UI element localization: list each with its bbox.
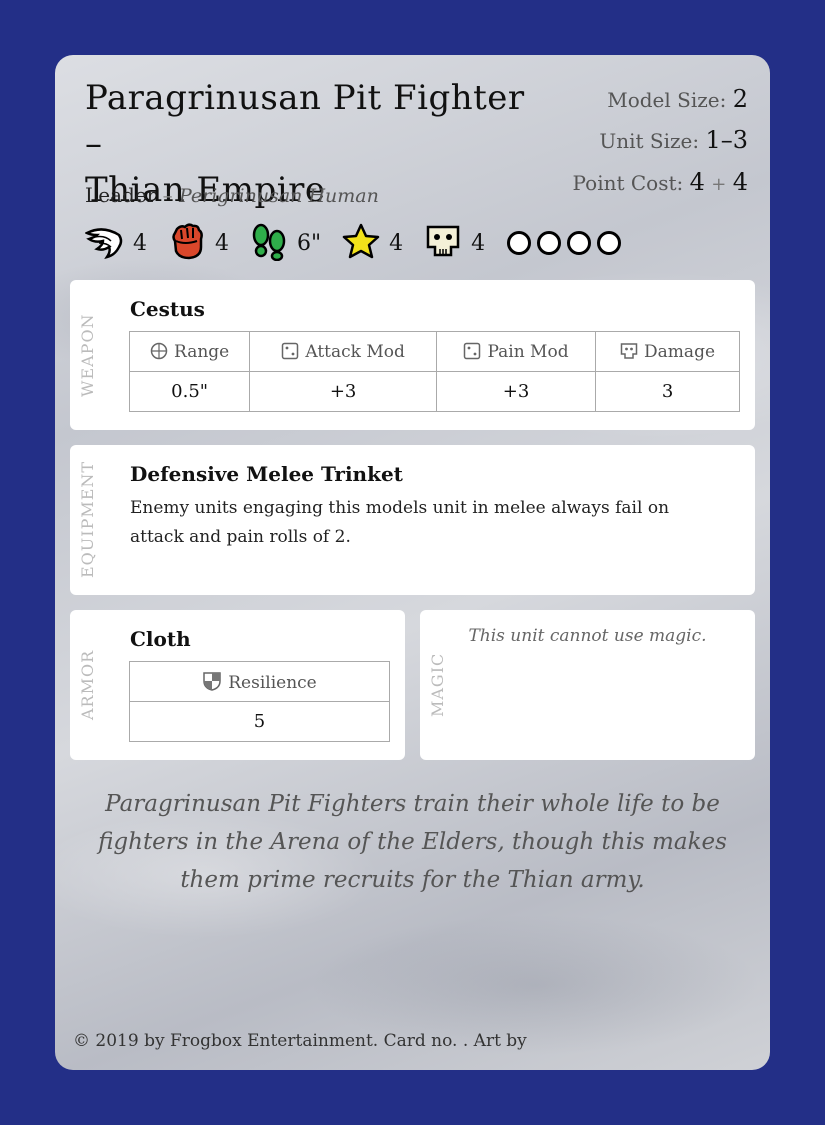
wound-dots <box>507 231 627 255</box>
model-size-value: 2 <box>732 85 748 113</box>
unit-size-value: 1–3 <box>705 126 748 154</box>
footprints-icon <box>249 221 289 265</box>
model-size-label: Model Size: <box>607 88 727 112</box>
range-header: Range <box>128 331 251 372</box>
point-cost: Point Cost: 4 + 4 <box>573 168 748 196</box>
role-separator: – <box>156 183 179 207</box>
armor-panel: ARMOR Cloth Resilience 5 <box>70 610 405 760</box>
copyright-footer: © 2019 by Frogbox Entertainment. Card no… <box>73 1031 527 1051</box>
damage-header: Damage <box>595 331 740 372</box>
race-label: Perigrinusan Human <box>178 185 379 207</box>
equipment-description: Enemy units engaging this models unit in… <box>130 498 670 547</box>
point-cost-plus: + <box>711 174 727 195</box>
pain-mod-value: +3 <box>435 371 597 412</box>
dice-icon <box>464 342 481 359</box>
role-label: Leader <box>85 183 157 207</box>
equipment-section-label: EQUIPMENT <box>78 460 97 578</box>
stat-footprints: 6" <box>249 221 321 265</box>
skull-icon <box>423 221 463 265</box>
magic-note: This unit cannot use magic. <box>468 626 707 646</box>
magic-section-label: MAGIC <box>428 652 447 718</box>
attack-mod-value: +3 <box>249 371 437 412</box>
stat-fist-value: 4 <box>215 230 229 256</box>
armor-name: Cloth <box>130 627 191 651</box>
point-cost-b: 4 <box>732 168 748 196</box>
armor-table-header-row: Resilience <box>129 661 390 702</box>
weapon-panel: WEAPON Cestus Range Attack Mod Pain Mod … <box>70 280 755 430</box>
shield-icon <box>203 671 221 691</box>
wound-dot[interactable] <box>537 231 562 255</box>
attack-mod-header-label: Attack Mod <box>305 341 405 362</box>
point-cost-a: 4 <box>689 168 705 196</box>
damage-value: 3 <box>595 371 740 412</box>
wound-dot[interactable] <box>507 231 532 255</box>
magic-panel: MAGIC This unit cannot use magic. <box>420 610 755 760</box>
equipment-name: Defensive Melee Trinket <box>130 462 403 486</box>
damage-header-label: Damage <box>644 341 716 362</box>
stat-icons-row: 4 4 6" 4 4 <box>84 221 627 265</box>
weapon-table-value-row: 0.5" +3 +3 3 <box>128 371 740 412</box>
wing-icon <box>84 221 125 265</box>
unit-size-label: Unit Size: <box>599 129 700 153</box>
unit-card: Paragrinusan Pit Fighter – Thian Empire … <box>55 55 770 1070</box>
pain-mod-header-label: Pain Mod <box>487 341 569 362</box>
stat-fist: 4 <box>167 221 229 265</box>
star-icon <box>341 221 381 265</box>
skull-icon <box>620 342 638 359</box>
flavor-text: Paragrinusan Pit Fighters train their wh… <box>98 791 727 893</box>
stat-wing-value: 4 <box>133 230 147 256</box>
resilience-header: Resilience <box>129 661 390 702</box>
attack-mod-header: Attack Mod <box>249 331 437 372</box>
range-value: 0.5" <box>128 371 251 412</box>
unit-title-line1: Paragrinusan Pit Fighter – <box>85 78 525 164</box>
stat-star: 4 <box>341 221 403 265</box>
stat-skull-value: 4 <box>471 230 486 256</box>
range-header-label: Range <box>174 341 230 362</box>
weapon-name: Cestus <box>130 297 205 321</box>
unit-role: Leader – Perigrinusan Human <box>85 183 379 207</box>
crosshair-icon <box>150 342 168 359</box>
wound-dot[interactable] <box>567 231 592 255</box>
resilience-value: 5 <box>129 701 390 742</box>
armor-section-label: ARMOR <box>78 649 97 721</box>
fist-icon <box>167 221 207 265</box>
armor-table: Resilience 5 <box>129 661 390 742</box>
stat-wing: 4 <box>84 221 147 265</box>
weapon-table: Range Attack Mod Pain Mod Damage 0.5" +3… <box>128 331 740 412</box>
weapon-table-header-row: Range Attack Mod Pain Mod Damage <box>128 331 740 372</box>
armor-table-value-row: 5 <box>129 701 390 742</box>
stat-footprints-value: 6" <box>297 230 322 256</box>
stat-star-value: 4 <box>389 230 404 256</box>
equipment-panel: EQUIPMENT Defensive Melee Trinket Enemy … <box>70 445 755 595</box>
wound-dot[interactable] <box>597 231 622 255</box>
weapon-section-label: WEAPON <box>78 313 97 397</box>
unit-size: Unit Size: 1–3 <box>599 126 748 154</box>
model-size: Model Size: 2 <box>607 85 748 113</box>
stat-skull: 4 <box>423 221 485 265</box>
dice-icon <box>282 342 299 359</box>
pain-mod-header: Pain Mod <box>435 331 597 372</box>
point-cost-label: Point Cost: <box>572 171 684 195</box>
resilience-header-label: Resilience <box>228 672 317 693</box>
